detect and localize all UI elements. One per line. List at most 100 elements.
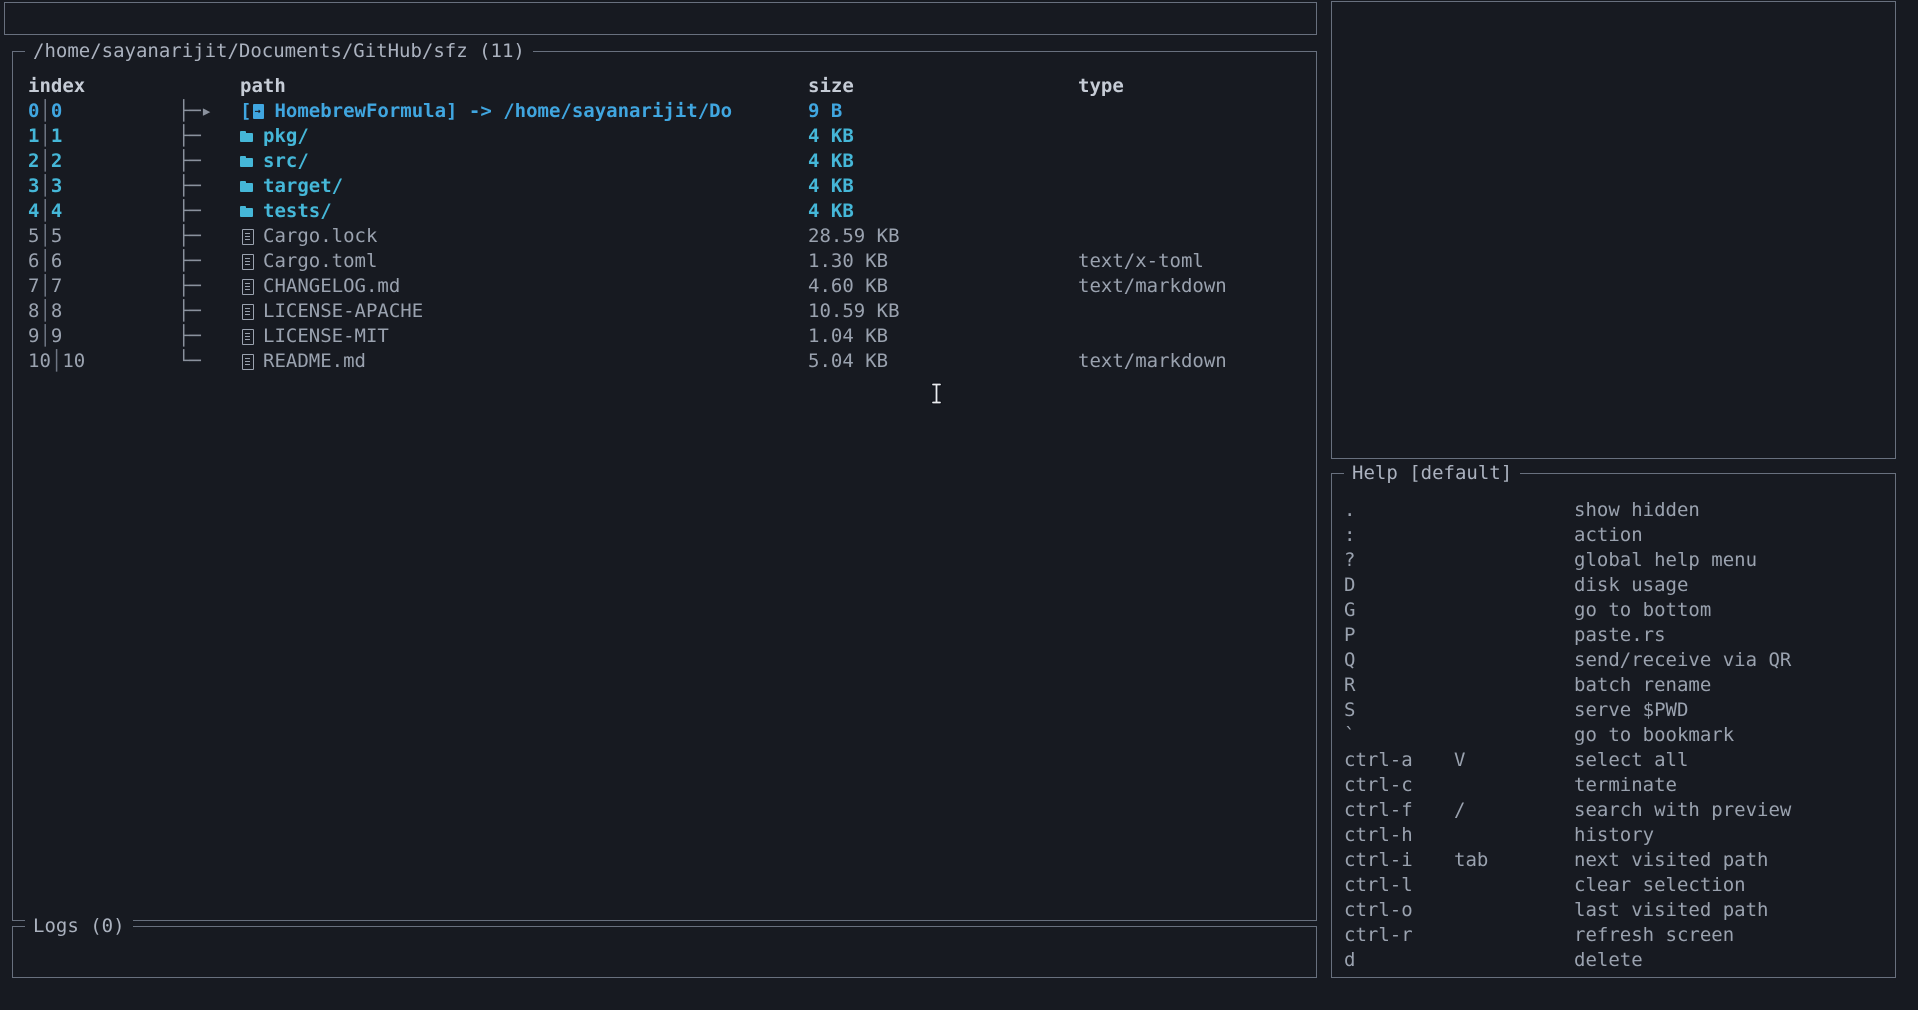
file-index: 6│6 bbox=[28, 250, 63, 272]
help-action: clear selection bbox=[1574, 874, 1746, 896]
file-size: 1.30 KB bbox=[808, 250, 889, 272]
tree-branch-icon: └─ bbox=[178, 350, 201, 372]
file-row[interactable]: 9│9 ├─ LICENSE-MIT 1.04 KB bbox=[28, 324, 1316, 349]
file-path: Cargo.lock bbox=[240, 224, 808, 249]
file-row[interactable]: 7│7 ├─ CHANGELOG.md 4.60 KB text/markdow… bbox=[28, 274, 1316, 299]
tree-branch-icon: ├─ bbox=[178, 325, 201, 347]
file-type bbox=[1078, 299, 1316, 324]
help-alt-key bbox=[1454, 648, 1574, 673]
file-size: 4 KB bbox=[808, 200, 854, 222]
index-separator-icon: │ bbox=[39, 250, 51, 272]
file-row[interactable]: 5│5 ├─ Cargo.lock 28.59 KB bbox=[28, 224, 1316, 249]
file-icon bbox=[240, 229, 255, 245]
help-action: search with preview bbox=[1574, 799, 1792, 821]
mouse-cursor-ibeam bbox=[931, 382, 942, 405]
file-icon bbox=[240, 329, 255, 345]
help-entry: ctrl-o last visited path bbox=[1344, 898, 1895, 923]
file-row[interactable]: 8│8 ├─ LICENSE-APACHE 10.59 KB bbox=[28, 299, 1316, 324]
file-name: tests/ bbox=[263, 200, 332, 222]
file-icon bbox=[240, 304, 255, 320]
file-row[interactable]: 0│0 ├─▸ [HomebrewFormula] -> /home/sayan… bbox=[28, 99, 1316, 124]
file-path: tests/ bbox=[240, 199, 808, 224]
help-alt-key: / bbox=[1454, 799, 1466, 821]
help-action: batch rename bbox=[1574, 674, 1712, 696]
help-alt-key: tab bbox=[1454, 849, 1489, 871]
file-type bbox=[1078, 149, 1316, 174]
help-alt-key bbox=[1454, 523, 1574, 548]
help-entry: ctrl-f / search with preview bbox=[1344, 798, 1895, 823]
file-name: README.md bbox=[263, 350, 366, 372]
help-action: paste.rs bbox=[1574, 624, 1666, 646]
help-key: ctrl-f bbox=[1344, 799, 1413, 821]
help-alt-key bbox=[1454, 573, 1574, 598]
file-size: 4.60 KB bbox=[808, 275, 889, 297]
tree-branch-icon: ├─ bbox=[178, 200, 201, 222]
current-directory-title: /home/sayanarijit/Documents/GitHub/sfz (… bbox=[25, 38, 533, 64]
help-entry: ctrl-i tab next visited path bbox=[1344, 848, 1895, 873]
folder-icon bbox=[240, 204, 255, 219]
help-panel: Help [default] . show hidden : action ? … bbox=[1331, 460, 1896, 978]
help-alt-key bbox=[1454, 598, 1574, 623]
file-name: Cargo.lock bbox=[263, 225, 378, 247]
tree-branch-icon: ├─ bbox=[178, 175, 201, 197]
file-row[interactable]: 4│4 ├─ tests/ 4 KB bbox=[28, 199, 1316, 224]
file-size: 5.04 KB bbox=[808, 350, 889, 372]
file-row[interactable]: 6│6 ├─ Cargo.toml 1.30 KB text/x-toml bbox=[28, 249, 1316, 274]
help-action: history bbox=[1574, 824, 1655, 846]
help-entry: ctrl-c terminate bbox=[1344, 773, 1895, 798]
help-entry: G go to bottom bbox=[1344, 598, 1895, 623]
file-row[interactable]: 3│3 ├─ target/ 4 KB bbox=[28, 174, 1316, 199]
help-entry: ctrl-r refresh screen bbox=[1344, 923, 1895, 948]
file-index: 5│5 bbox=[28, 225, 63, 247]
file-type: text/x-toml bbox=[1078, 250, 1204, 272]
help-alt-key bbox=[1454, 898, 1574, 923]
help-action: send/receive via QR bbox=[1574, 649, 1792, 671]
file-row[interactable]: 2│2 ├─ src/ 4 KB bbox=[28, 149, 1316, 174]
file-path: [HomebrewFormula] -> /home/sayanarijit/D… bbox=[240, 99, 808, 124]
file-index: 2│2 bbox=[28, 150, 63, 172]
logs-title: Logs (0) bbox=[25, 913, 133, 939]
file-row[interactable]: 1│1 ├─ pkg/ 4 KB bbox=[28, 124, 1316, 149]
file-path: README.md bbox=[240, 349, 808, 374]
help-key: ? bbox=[1344, 549, 1356, 571]
file-index: 9│9 bbox=[28, 325, 63, 347]
file-name: HomebrewFormula] -> /home/sayanarijit/Do bbox=[274, 100, 733, 122]
file-type bbox=[1078, 199, 1316, 224]
file-index: 4│4 bbox=[28, 200, 63, 222]
index-separator-icon: │ bbox=[39, 325, 51, 347]
help-entry: ctrl-a V select all bbox=[1344, 748, 1895, 773]
help-alt-key bbox=[1454, 823, 1574, 848]
file-path: src/ bbox=[240, 149, 808, 174]
file-type bbox=[1078, 174, 1316, 199]
file-size: 4 KB bbox=[808, 150, 854, 172]
tree-branch-icon: ├─ bbox=[178, 250, 201, 272]
file-index: 10│10 bbox=[28, 350, 86, 372]
help-key: R bbox=[1344, 674, 1356, 696]
tree-branch-icon: ├─ bbox=[178, 300, 201, 322]
help-entry: ` go to bookmark bbox=[1344, 723, 1895, 748]
file-type bbox=[1078, 224, 1316, 249]
help-key: ctrl-i bbox=[1344, 849, 1413, 871]
file-index: 0│0 bbox=[28, 100, 63, 122]
help-entry: : action bbox=[1344, 523, 1895, 548]
help-alt-key bbox=[1454, 948, 1574, 973]
tree-branch-icon: ├─▸ bbox=[178, 100, 213, 122]
help-key: ctrl-r bbox=[1344, 924, 1413, 946]
help-action: disk usage bbox=[1574, 574, 1689, 596]
help-key: P bbox=[1344, 624, 1356, 646]
help-alt-key bbox=[1454, 548, 1574, 573]
index-separator-icon: │ bbox=[39, 225, 51, 247]
file-icon bbox=[240, 354, 255, 370]
help-key: D bbox=[1344, 574, 1356, 596]
help-alt-key bbox=[1454, 498, 1574, 523]
file-index: 1│1 bbox=[28, 125, 63, 147]
help-entry: . show hidden bbox=[1344, 498, 1895, 523]
file-name: LICENSE-MIT bbox=[263, 325, 389, 347]
column-header-type: type bbox=[1078, 75, 1124, 97]
help-key: ctrl-h bbox=[1344, 824, 1413, 846]
help-key: G bbox=[1344, 599, 1356, 621]
file-path: target/ bbox=[240, 174, 808, 199]
file-row[interactable]: 10│10 └─ README.md 5.04 KB text/markdown bbox=[28, 349, 1316, 374]
file-name: src/ bbox=[263, 150, 309, 172]
index-separator-icon: │ bbox=[39, 125, 51, 147]
